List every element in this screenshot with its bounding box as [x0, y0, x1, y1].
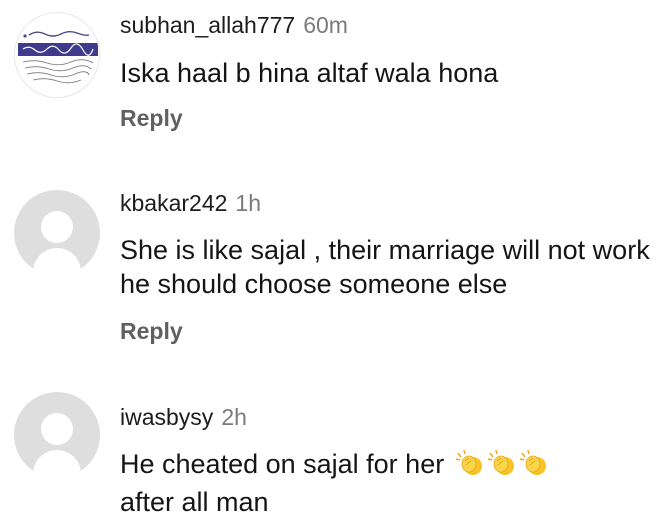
clapping-hands-icon [454, 449, 484, 485]
username[interactable]: kbakar242 [120, 190, 227, 216]
avatar[interactable] [14, 12, 100, 98]
comment-header: kbakar242 1h [120, 189, 261, 217]
username[interactable]: subhan_allah777 [120, 12, 295, 38]
avatar-image-icon [15, 13, 99, 97]
comment-header: subhan_allah777 60m [120, 11, 348, 39]
avatar[interactable] [14, 190, 100, 276]
comment-text: She is like sajal , their marriage will … [120, 235, 650, 299]
comment-text: Iska haal b hina altaf wala hona [120, 58, 499, 88]
default-user-icon [41, 413, 73, 445]
timestamp: 2h [221, 404, 247, 430]
comment-header: iwasbysy 2h [120, 403, 247, 431]
reply-button[interactable]: Reply [120, 104, 183, 132]
clapping-hands-icon [518, 449, 548, 485]
timestamp: 1h [235, 190, 262, 216]
reply-button[interactable]: Reply [120, 317, 183, 345]
comment-text: He cheated on sajal for her after all ma… [120, 447, 650, 519]
default-user-icon [41, 211, 73, 243]
clapping-hands-icon [486, 449, 516, 485]
comment-text-part: He cheated on sajal for her [120, 449, 445, 479]
avatar[interactable] [14, 392, 100, 478]
username[interactable]: iwasbysy [120, 404, 213, 430]
comment-text-part: after all man [120, 487, 269, 517]
timestamp: 60m [303, 12, 348, 38]
